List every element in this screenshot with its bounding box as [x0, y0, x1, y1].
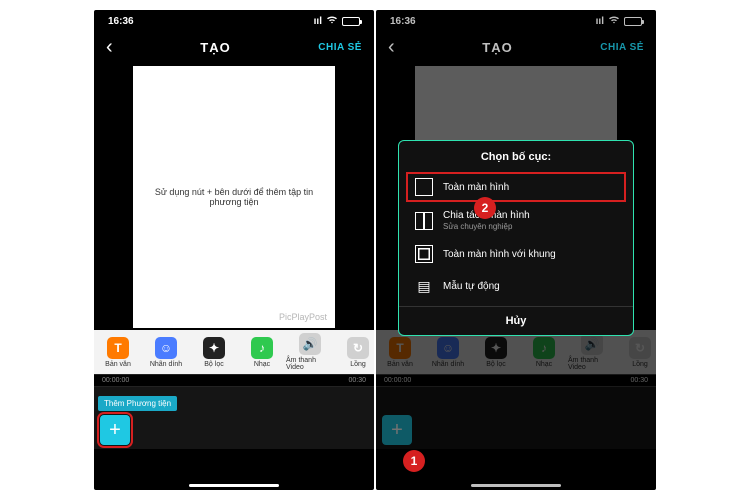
signal-icon: ııl: [314, 16, 322, 27]
home-indicator[interactable]: [189, 484, 279, 487]
tool-video-audio[interactable]: 🔊Âm thanh Video: [286, 333, 334, 371]
layout-option-split[interactable]: Chia tách màn hìnhSửa chuyên nghiệp: [399, 203, 633, 238]
layout-option-fullscreen[interactable]: Toàn màn hình: [405, 171, 627, 203]
clock: 16:36: [108, 16, 134, 27]
loop-icon: ↻: [347, 337, 369, 359]
music-icon: ♪: [251, 337, 273, 359]
tool-text[interactable]: TBản văn: [94, 337, 142, 368]
modal-title: Chọn bố cục:: [399, 151, 633, 163]
page-title: TẠO: [200, 40, 230, 55]
tool-row: TBản văn ☺Nhãn dính ✦Bộ lọc ♪Nhạc 🔊Âm th…: [94, 330, 374, 374]
time-end: 00:30: [348, 377, 366, 384]
step-callout-2: 2: [474, 197, 496, 219]
timeline-body[interactable]: Thêm Phương tiện +: [94, 387, 374, 449]
fullscreen-icon: [415, 178, 433, 196]
canvas-page[interactable]: Sử dụng nút + bên dưới để thêm tập tin p…: [133, 66, 335, 328]
framed-icon: [415, 245, 433, 263]
phone-screen-1: 16:36 ııl ‹ TẠO CHIA SẺ Sử dụng nút + bê…: [94, 10, 374, 490]
wand-icon: ✦: [203, 337, 225, 359]
timeline-ruler: 00:00:00 00:30: [94, 374, 374, 387]
tool-filter[interactable]: ✦Bộ lọc: [190, 337, 238, 368]
step-callout-1: 1: [403, 450, 425, 472]
auto-template-icon: ▤: [415, 277, 433, 295]
status-icons: ııl: [314, 15, 360, 27]
phone-screen-2: 16:36 ııl ‹ TẠO CHIA SẺ TBản văn ☺Nhãn d…: [376, 10, 656, 490]
canvas-area: Sử dụng nút + bên dưới để thêm tập tin p…: [94, 62, 374, 330]
status-bar: 16:36 ııl: [94, 10, 374, 32]
text-icon: T: [107, 337, 129, 359]
canvas-hint-text: Sử dụng nút + bên dưới để thêm tập tin p…: [143, 187, 325, 207]
add-media-tooltip: Thêm Phương tiện: [98, 396, 177, 411]
split-icon: [415, 212, 433, 230]
share-button[interactable]: CHIA SẺ: [318, 42, 362, 53]
layout-modal: Chọn bố cục: Toàn màn hình Chia tách màn…: [398, 140, 634, 336]
add-media-button[interactable]: +: [100, 415, 130, 445]
tool-loop[interactable]: ↻Lồng: [334, 337, 374, 368]
tool-music[interactable]: ♪Nhạc: [238, 337, 286, 368]
app-header: ‹ TẠO CHIA SẺ: [94, 32, 374, 62]
layout-option-framed[interactable]: Toàn màn hình với khung: [399, 238, 633, 270]
sticker-icon: ☺: [155, 337, 177, 359]
layout-option-auto[interactable]: ▤ Mẫu tự động: [399, 270, 633, 302]
time-start: 00:00:00: [102, 377, 129, 384]
wifi-icon: [326, 15, 338, 27]
plus-icon: +: [109, 419, 121, 442]
modal-cancel-button[interactable]: Hủy: [399, 306, 633, 329]
back-icon[interactable]: ‹: [106, 37, 113, 57]
tool-sticker[interactable]: ☺Nhãn dính: [142, 337, 190, 368]
speaker-icon: 🔊: [299, 333, 321, 355]
screenshot-pair: 16:36 ııl ‹ TẠO CHIA SẺ Sử dụng nút + bê…: [94, 10, 656, 490]
watermark: PicPlayPost: [279, 312, 327, 322]
battery-icon: [342, 17, 360, 26]
